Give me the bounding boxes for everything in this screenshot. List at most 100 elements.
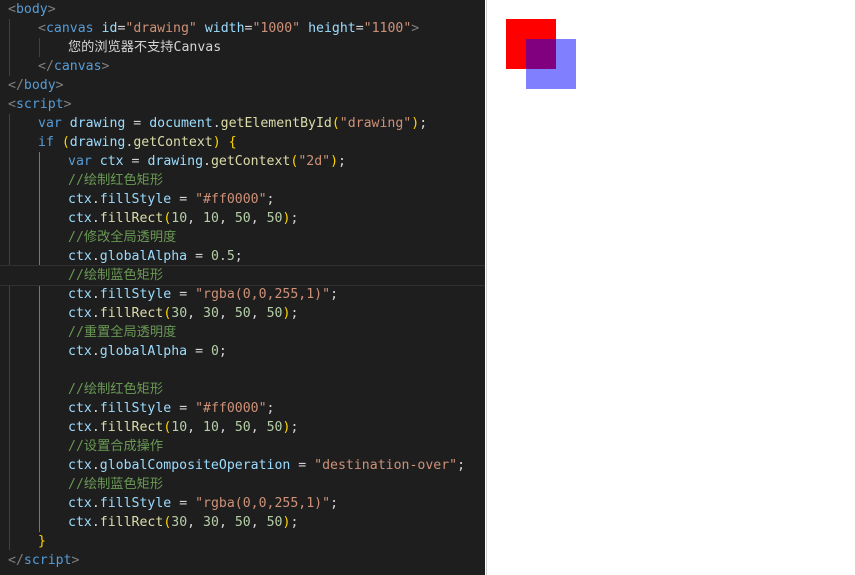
code-token: "2d" [298, 154, 331, 169]
code-token: ) [212, 135, 221, 150]
code-token: script [15, 97, 64, 112]
code-token: drawing [69, 116, 126, 131]
code-line[interactable]: ctx.globalAlpha = 0.5; [0, 247, 485, 266]
code-line[interactable]: ctx.fillStyle = "rgba(0,0,255,1)"; [0, 494, 485, 513]
code-token: //修改全局透明度 [68, 230, 177, 245]
code-token: ; [234, 249, 243, 264]
code-token: getElementById [220, 116, 332, 131]
code-token: "1000" [252, 21, 301, 36]
code-token: ; [218, 344, 227, 359]
code-token: 您的浏览器不支持Canvas [68, 40, 222, 55]
code-line[interactable]: </body> [0, 76, 485, 95]
code-token: 10 [203, 211, 219, 226]
code-token: fillRect [99, 211, 164, 226]
code-token: ctx [68, 401, 92, 416]
code-line[interactable]: <canvas id="drawing" width="1000" height… [0, 19, 485, 38]
code-token: > [55, 78, 64, 93]
code-token: fillStyle [99, 496, 172, 511]
code-token: ctx [68, 515, 92, 530]
code-line[interactable]: var drawing = document.getElementById("d… [0, 114, 485, 133]
code-line[interactable]: </script> [0, 551, 485, 570]
code-token: getContext [210, 154, 291, 169]
code-token: , [250, 420, 267, 435]
code-token: ; [419, 116, 428, 131]
code-token: ) [330, 154, 339, 169]
code-token: //设置合成操作 [68, 439, 164, 454]
browser-preview [486, 0, 855, 575]
code-token: drawing [147, 154, 204, 169]
code-token: ; [338, 154, 346, 169]
code-line[interactable]: //设置合成操作 [0, 437, 485, 456]
code-token: //绘制红色矩形 [68, 173, 164, 188]
code-token: 50 [266, 306, 283, 321]
code-line[interactable]: ctx.fillRect(30, 30, 50, 50); [0, 304, 485, 323]
code-token: "1100" [363, 21, 412, 36]
code-line[interactable]: //修改全局透明度 [0, 228, 485, 247]
code-token: = [355, 21, 364, 36]
code-token: ctx [68, 496, 92, 511]
code-line[interactable]: ctx.globalAlpha = 0; [0, 342, 485, 361]
code-line[interactable]: ctx.fillRect(10, 10, 50, 50); [0, 418, 485, 437]
code-line[interactable]: ctx.fillStyle = "#ff0000"; [0, 190, 485, 209]
code-token: "#ff0000" [195, 401, 267, 416]
code-line[interactable]: //绘制蓝色矩形 [0, 265, 485, 286]
code-token: = [123, 154, 148, 169]
code-token: 50 [234, 515, 251, 530]
code-line[interactable]: } [0, 532, 485, 551]
code-token: = [187, 249, 211, 264]
code-token: drawing [69, 135, 126, 150]
code-token: , [187, 306, 204, 321]
code-line[interactable]: ctx.fillRect(30, 30, 50, 50); [0, 513, 485, 532]
code-line[interactable]: var ctx = drawing.getContext("2d"); [0, 152, 485, 171]
code-token: canvas [45, 21, 94, 36]
code-line[interactable]: //绘制蓝色矩形 [0, 475, 485, 494]
code-token: > [101, 59, 110, 74]
code-token: //重置全局透明度 [68, 325, 177, 340]
code-token: var [38, 116, 62, 131]
code-line[interactable]: ctx.fillStyle = "rgba(0,0,255,1)"; [0, 285, 485, 304]
code-token: . [91, 401, 100, 416]
code-token: , [250, 306, 267, 321]
code-token: . [91, 287, 100, 302]
code-token: //绘制蓝色矩形 [68, 477, 164, 492]
code-line[interactable]: //绘制红色矩形 [0, 380, 485, 399]
code-token: . [91, 496, 100, 511]
code-line[interactable]: //重置全局透明度 [0, 323, 485, 342]
code-editor[interactable]: <body> <canvas id="drawing" width="1000" … [0, 0, 485, 575]
code-line[interactable]: if (drawing.getContext) { [0, 133, 485, 152]
code-token: "rgba(0,0,255,1)" [195, 496, 331, 511]
code-line[interactable]: ctx.fillStyle = "#ff0000"; [0, 399, 485, 418]
code-token: </ [38, 59, 54, 74]
code-token: } [38, 534, 46, 549]
code-token: = [171, 287, 196, 302]
code-line[interactable] [0, 361, 485, 380]
code-token: fillRect [99, 306, 164, 321]
code-token: ; [290, 515, 299, 530]
code-token: 10 [171, 211, 188, 226]
code-line[interactable]: ctx.globalCompositeOperation = "destinat… [0, 456, 485, 475]
code-token: , [250, 515, 267, 530]
code-token: getContext [133, 135, 213, 150]
code-line[interactable]: <script> [0, 95, 485, 114]
code-token: height [308, 21, 356, 36]
code-line[interactable]: <body> [0, 0, 485, 19]
code-token: > [411, 21, 420, 36]
code-line[interactable]: </canvas> [0, 57, 485, 76]
code-token: fillRect [99, 515, 164, 530]
code-token: ctx [68, 420, 92, 435]
code-token: ; [290, 306, 299, 321]
code-token: ; [457, 458, 466, 473]
code-line[interactable]: //绘制红色矩形 [0, 171, 485, 190]
code-token: . [91, 192, 100, 207]
code-line[interactable]: 您的浏览器不支持Canvas [0, 38, 485, 57]
code-token: globalCompositeOperation [99, 458, 291, 473]
code-token: ; [290, 211, 299, 226]
code-line[interactable]: ctx.fillRect(10, 10, 50, 50); [0, 209, 485, 228]
code-token: "#ff0000" [195, 192, 267, 207]
code-token: ; [266, 401, 275, 416]
